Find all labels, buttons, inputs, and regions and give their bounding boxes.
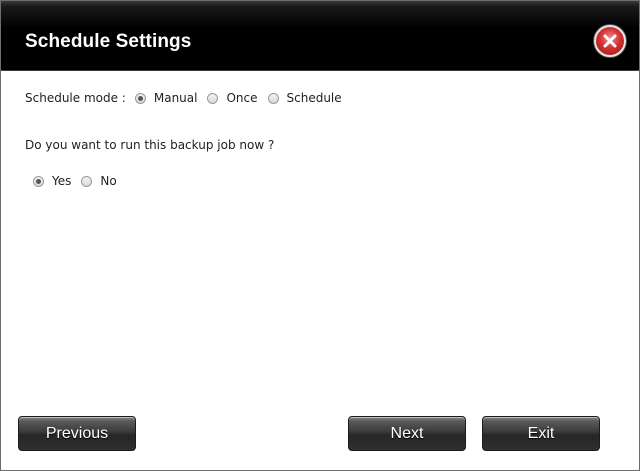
radio-no[interactable] <box>81 175 93 187</box>
schedule-mode-label: Schedule mode : <box>25 91 126 105</box>
next-button[interactable]: Next <box>348 416 466 451</box>
schedule-mode-row: Schedule mode : Manual Once Schedule <box>25 91 352 105</box>
run-now-question: Do you want to run this backup job now ? <box>25 138 275 152</box>
radio-manual[interactable] <box>134 92 146 104</box>
radio-manual-label: Manual <box>153 91 198 105</box>
dialog-content: Schedule mode : Manual Once Schedule Do … <box>1 71 639 401</box>
dialog-footer: Previous Next Exit <box>1 401 639 470</box>
previous-button[interactable]: Previous <box>18 416 136 451</box>
radio-once[interactable] <box>207 92 219 104</box>
radio-yes-label: Yes <box>52 174 72 188</box>
dialog-titlebar: Schedule Settings <box>1 1 639 71</box>
run-now-question-row: Do you want to run this backup job now ? <box>25 138 274 152</box>
radio-schedule-label: Schedule <box>286 91 342 105</box>
radio-schedule[interactable] <box>267 92 279 104</box>
close-button[interactable] <box>594 25 626 57</box>
radio-no-label: No <box>100 174 117 188</box>
dialog-title: Schedule Settings <box>25 31 192 52</box>
radio-yes[interactable] <box>33 175 44 187</box>
run-now-options-row: Yes No <box>33 174 127 188</box>
radio-once-label: Once <box>226 91 258 105</box>
exit-button[interactable]: Exit <box>482 416 600 451</box>
schedule-settings-dialog: Schedule Settings Schedule mode : Manual… <box>0 0 640 471</box>
close-x-icon <box>603 34 617 48</box>
